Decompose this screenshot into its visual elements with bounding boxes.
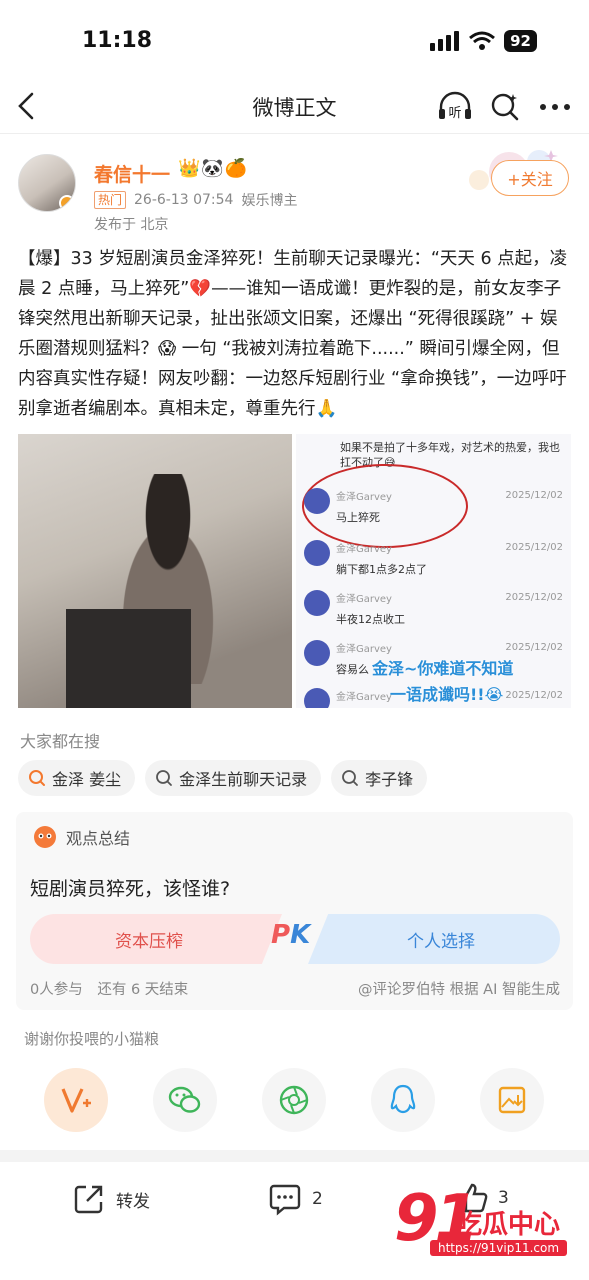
verified-icon [59,195,75,211]
search-section-title: 大家都在搜 [20,732,101,751]
chat-date: 2025/12/02 [505,690,563,701]
chat-avatar [304,540,330,566]
share-moments-button[interactable] [262,1068,326,1132]
chat-message: 金泽Garvey 半夜12点收工 [304,590,405,627]
wifi-icon [469,31,496,50]
share-weibo-button[interactable] [44,1068,108,1132]
search-icon [491,93,519,121]
qq-penguin-icon [390,1084,416,1114]
image-download-icon [498,1086,526,1114]
vote-left-button[interactable]: 资本压榨 [30,914,282,964]
comment-icon [269,1184,301,1216]
share-wechat-button[interactable] [153,1068,217,1132]
chat-date: 2025/12/02 [505,642,563,653]
search-chip[interactable]: 李子锋 [331,760,428,796]
comment-button[interactable]: 2 [268,1182,323,1216]
opinion-header: 观点总结 [32,824,130,850]
share-row [44,1068,544,1132]
section-divider [0,1150,589,1162]
status-time: 11:18 [82,28,153,53]
search-chip[interactable]: 金泽生前聊天记录 [145,760,322,796]
robot-mascot-icon [34,826,56,848]
photo-cake [66,609,191,708]
avatar[interactable] [18,154,76,212]
search-chip[interactable]: 金泽 姜尘 [18,760,136,796]
opinion-footer: 0人参与 还有 6 天结束 @评论罗伯特 根据 AI 智能生成 [30,978,560,999]
nav-bar: 微博正文 听 [0,80,589,134]
save-image-button[interactable] [480,1068,544,1132]
share-qq-button[interactable] [371,1068,435,1132]
more-button[interactable] [537,90,573,124]
post-text: 【爆】33 岁短剧演员金泽猝死！生前聊天记录曝光：“天天 6 点起，凌晨 2 点… [18,249,568,419]
signal-icon [430,31,460,51]
more-icon [540,104,570,110]
chat-avatar [304,640,330,666]
svg-text:听: 听 [448,106,461,121]
participants-count: 0人参与 [30,982,83,998]
post-meta: 热门 26-6-13 07:54 娱乐博主 [94,190,297,210]
thanks-text: 谢谢你投喂的小猫粮 [24,1030,160,1048]
post-image-chat[interactable]: 如果不是拍了十多年戏，对艺术的热爱，我也扛不动了😅 金泽Garvey 马上猝死 2… [296,434,571,708]
pk-vote: 资本压榨 个人选择 PK [30,914,560,964]
post-images: 如果不是拍了十多年戏，对艺术的热爱，我也扛不动了😅 金泽Garvey 马上猝死 2… [18,434,571,708]
hot-tag: 热门 [94,191,127,209]
ai-source[interactable]: @评论罗伯特 根据 AI 智能生成 [358,978,560,999]
moments-shutter-icon [279,1085,309,1115]
chat-date: 2025/12/02 [505,490,563,501]
username[interactable]: 春信十一 [94,160,170,187]
post-header: 春信十一 👑🐼🍊 热门 26-6-13 07:54 娱乐博主 发布于 北京 +关… [0,148,589,238]
published-location: 发布于 北京 [94,217,169,233]
repost-icon [74,1185,103,1214]
post-image-photo[interactable] [18,434,292,708]
watermark-logo: 91 吃瓜中心 https://91vip11.com [394,1184,584,1266]
listen-button[interactable]: 听 [437,90,473,124]
nav-actions: 听 [437,90,573,124]
status-bar: 11:18 92 [0,0,589,80]
chat-date: 2025/12/02 [505,592,563,603]
remaining-time: 还有 6 天结束 [97,982,189,998]
post-date: 26-6-13 07:54 [134,192,234,208]
chat-message: 金泽Garvey 马上猝死 [304,488,392,525]
opinion-card: 观点总结 短剧演员猝死，该怪谁? 资本压榨 个人选择 PK 0人参与 还有 6 … [16,812,573,1010]
opinion-question: 短剧演员猝死，该怪谁? [30,878,231,900]
battery-indicator: 92 [504,30,537,52]
chat-overlay-caption: 金泽~你难道不知道 一语成谶吗!!😭 [372,659,514,704]
headphones-icon: 听 [439,91,471,121]
post-category: 娱乐博主 [241,193,298,209]
chat-avatar [304,488,330,514]
chat-avatar [304,688,330,708]
chat-date: 2025/12/02 [505,542,563,553]
pk-label: PK [271,920,311,950]
search-button[interactable] [487,90,523,124]
wechat-icon [168,1086,201,1113]
status-icons: 92 [430,30,537,52]
user-badges: 👑🐼🍊 [178,158,249,179]
search-chips: 金泽 姜尘 金泽生前聊天记录 李子锋 [18,760,428,796]
follow-button[interactable]: +关注 [491,160,569,196]
search-icon [156,770,172,786]
repost-v-icon [61,1088,91,1113]
chat-avatar [304,590,330,616]
hot-search-icon [29,770,45,786]
repost-button[interactable]: 转发 [72,1182,150,1216]
vote-right-button[interactable]: 个人选择 [308,914,560,964]
search-icon [342,770,359,786]
chat-message: 金泽Garvey 躺下都1点多2点了 [304,540,427,577]
